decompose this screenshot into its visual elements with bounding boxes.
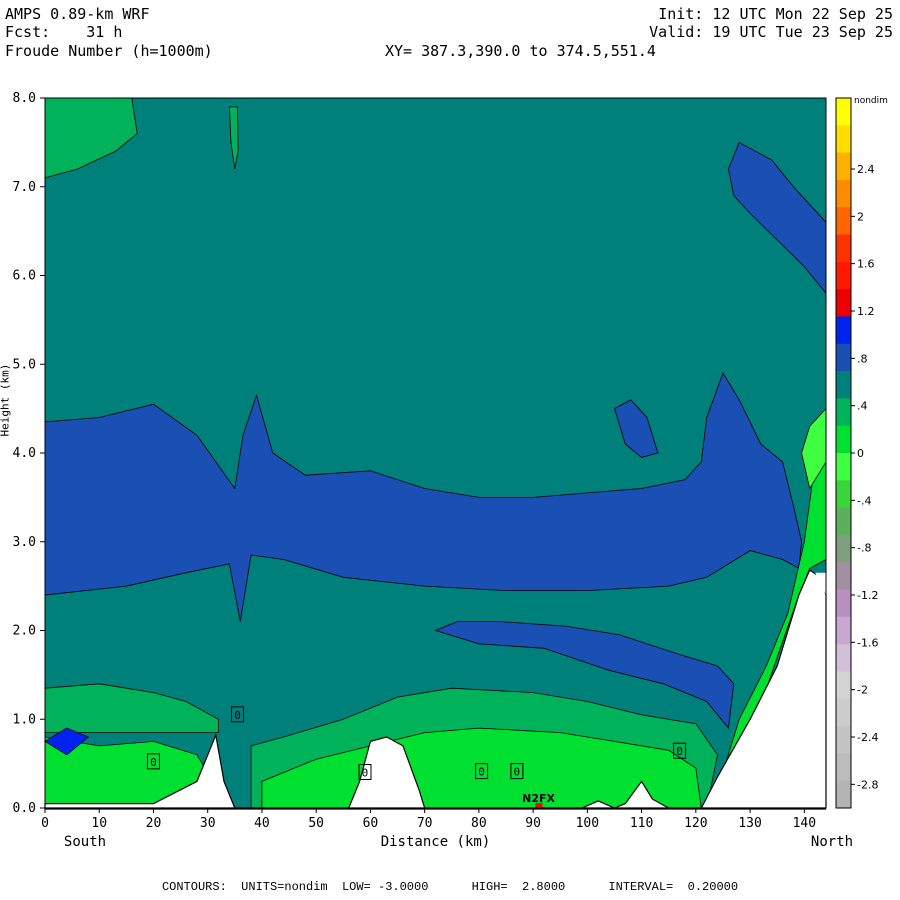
colorbar-tick-label: 0 xyxy=(857,447,864,460)
x-tick-label: 140 xyxy=(793,816,816,831)
y-tick-label: 7.0 xyxy=(13,180,36,195)
x-end-label-north: North xyxy=(811,834,853,850)
colorbar-swatch xyxy=(836,726,851,754)
zero-contour-label: 0 xyxy=(514,766,521,779)
colorbar-swatch xyxy=(836,98,851,126)
x-tick-label: 130 xyxy=(738,816,761,831)
cross-section-chart: 000 0 00N2FX 0 10 20 30 40 50 60 70 80 90 100 110 120 1… xyxy=(13,91,888,850)
x-tick-label: 80 xyxy=(471,816,487,831)
colorbar-swatch xyxy=(836,644,851,672)
x-tick-label: 10 xyxy=(91,816,107,831)
colorbar-tick-label: -2.8 xyxy=(857,778,878,791)
y-tick-label: 4.0 xyxy=(13,446,36,461)
x-tick-label: 70 xyxy=(417,816,433,831)
y-tick-label: 2.0 xyxy=(13,624,36,639)
colorbar-swatch xyxy=(836,589,851,618)
colorbar-swatch xyxy=(836,179,851,208)
colorbar-swatch xyxy=(836,753,851,782)
colorbar-swatch xyxy=(836,343,851,372)
zero-contour-label: 0 xyxy=(676,745,683,758)
colorbar-swatch xyxy=(836,371,851,399)
colorbar-swatch xyxy=(836,207,851,236)
y-tick-label: 0.0 xyxy=(13,801,36,816)
colorbar-swatch xyxy=(836,152,851,181)
colorbar-swatch xyxy=(836,125,851,154)
zero-contour-label: 0 xyxy=(150,756,157,769)
colorbar-swatch xyxy=(836,289,851,317)
colorbar-tick-label: -1.6 xyxy=(857,636,878,649)
colorbar-tick-label: -.4 xyxy=(857,494,871,507)
colorbar-swatch xyxy=(836,534,851,563)
colorbar-swatch xyxy=(836,316,851,345)
froude-field xyxy=(44,97,827,809)
colorbar-swatch xyxy=(836,480,851,509)
colorbar-tick-label: 2 xyxy=(857,210,864,223)
colorbar-swatch xyxy=(836,234,851,263)
colorbar-tick-label: .8 xyxy=(857,352,868,365)
y-tick-label: 1.0 xyxy=(13,712,36,727)
colorbar-swatch xyxy=(836,453,851,481)
x-tick-label: 120 xyxy=(684,816,707,831)
x-tick-label: 40 xyxy=(254,816,270,831)
x-tick-label: 60 xyxy=(363,816,379,831)
colorbar-swatch xyxy=(836,261,851,290)
colorbar-swatch xyxy=(836,671,851,700)
x-tick-label: 30 xyxy=(200,816,216,831)
x-tick-label: 110 xyxy=(630,816,653,831)
y-tick-label: 8.0 xyxy=(13,91,36,106)
y-tick-label: 3.0 xyxy=(13,535,36,550)
colorbar-swatch xyxy=(836,562,851,591)
colorbar-swatch xyxy=(836,425,851,454)
colorbar-units: nondim xyxy=(854,96,888,106)
y-tick-label: 5.0 xyxy=(13,357,36,372)
zero-contour-label: 0 xyxy=(362,767,369,780)
colorbar-tick-label: 2.4 xyxy=(857,163,875,176)
colorbar-swatch xyxy=(836,616,851,645)
colorbar-swatch xyxy=(836,507,851,536)
station-label: N2FX xyxy=(522,792,555,805)
colorbar-tick-label: 1.2 xyxy=(857,305,875,318)
colorbar-tick-label: -2 xyxy=(857,684,868,697)
x-axis-label: Distance (km) xyxy=(381,834,491,850)
colorbar-swatch xyxy=(836,698,851,727)
x-tick-label: 0 xyxy=(41,816,49,831)
x-tick-label: 90 xyxy=(525,816,541,831)
colorbar-tick-label: 1.6 xyxy=(857,258,875,271)
colorbar-tick-label: .4 xyxy=(857,400,868,413)
colorbar-swatch xyxy=(836,780,851,809)
colorbar: nondim 2.4 2 1.6 1.2 .8 .4 0 -.4 -.8 -1.2 -1.6 -2 -2.… xyxy=(835,96,888,809)
zero-contour-label: 0 xyxy=(478,766,485,779)
x-end-label-south: South xyxy=(64,834,106,850)
colorbar-tick-label: -2.4 xyxy=(857,731,878,744)
x-tick-label: 20 xyxy=(146,816,162,831)
y-tick-label: 6.0 xyxy=(13,269,36,284)
x-tick-label: 50 xyxy=(308,816,324,831)
y-axis-label: Height (km) xyxy=(0,363,12,437)
contour-info-footer: CONTOURS: UNITS=nondim LOW= -3.0000 HIGH… xyxy=(161,880,739,894)
colorbar-tick-label: -1.2 xyxy=(857,589,878,602)
colorbar-swatch xyxy=(836,398,851,427)
colorbar-tick-label: -.8 xyxy=(857,542,871,555)
zero-contour-label: 0 xyxy=(234,709,241,722)
x-tick-label: 100 xyxy=(576,816,599,831)
